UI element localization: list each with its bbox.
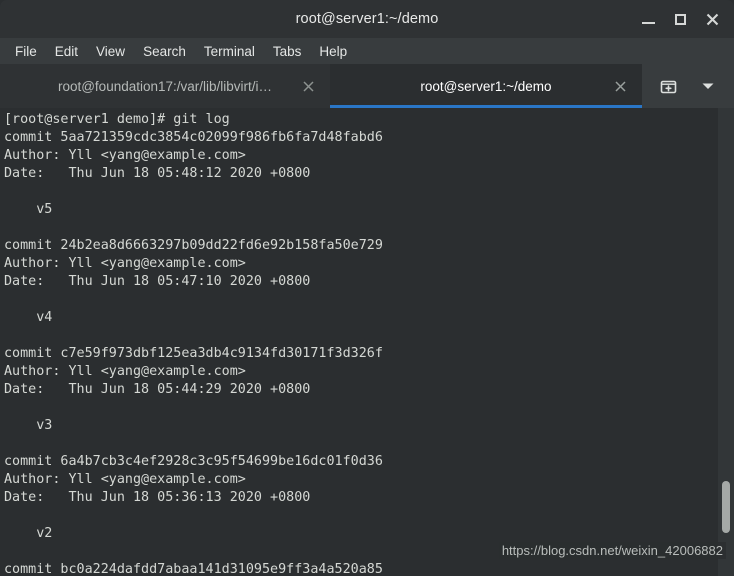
- menu-item-search[interactable]: Search: [134, 42, 195, 61]
- scrollbar-thumb[interactable]: [722, 481, 730, 533]
- minimize-icon: [641, 22, 655, 24]
- terminal-window: root@server1:~/demo File Edit View Searc…: [0, 0, 734, 576]
- maximize-button[interactable]: [664, 3, 696, 35]
- menu-bar: File Edit View Search Terminal Tabs Help: [0, 38, 734, 64]
- close-icon: [706, 13, 718, 25]
- new-tab-button[interactable]: [654, 72, 682, 100]
- menu-item-help[interactable]: Help: [310, 42, 356, 61]
- menu-item-terminal[interactable]: Terminal: [195, 42, 264, 61]
- window-controls: [632, 0, 728, 38]
- window-title: root@server1:~/demo: [295, 11, 439, 27]
- menu-item-file[interactable]: File: [6, 42, 46, 61]
- menu-item-edit[interactable]: Edit: [46, 42, 87, 61]
- vertical-scrollbar[interactable]: [718, 108, 734, 576]
- tab-close-icon[interactable]: [612, 78, 628, 94]
- tab-close-icon[interactable]: [300, 78, 316, 94]
- title-bar: root@server1:~/demo: [0, 0, 734, 38]
- tab-foundation17[interactable]: root@foundation17:/var/lib/libvirt/i…: [0, 64, 330, 108]
- close-icon: [302, 80, 314, 92]
- terminal-output: [root@server1 demo]# git log commit 5aa7…: [4, 112, 383, 576]
- chevron-down-icon: [702, 83, 714, 89]
- menu-item-tabs[interactable]: Tabs: [264, 42, 311, 61]
- new-tab-icon: [660, 80, 676, 93]
- close-button[interactable]: [696, 3, 728, 35]
- minimize-button[interactable]: [632, 3, 664, 35]
- maximize-icon: [674, 13, 686, 25]
- tab-server1-demo[interactable]: root@server1:~/demo: [330, 64, 642, 108]
- menu-item-view[interactable]: View: [87, 42, 134, 61]
- tab-label: root@foundation17:/var/lib/libvirt/i…: [57, 78, 273, 94]
- tab-bar: root@foundation17:/var/lib/libvirt/i… ro…: [0, 64, 734, 108]
- tab-actions: [642, 64, 734, 108]
- terminal-body[interactable]: [root@server1 demo]# git log commit 5aa7…: [0, 108, 734, 576]
- tab-menu-button[interactable]: [694, 72, 722, 100]
- watermark: https://blog.csdn.net/weixin_42006882: [498, 542, 726, 559]
- tab-label: root@server1:~/demo: [420, 78, 552, 94]
- close-icon: [614, 80, 626, 92]
